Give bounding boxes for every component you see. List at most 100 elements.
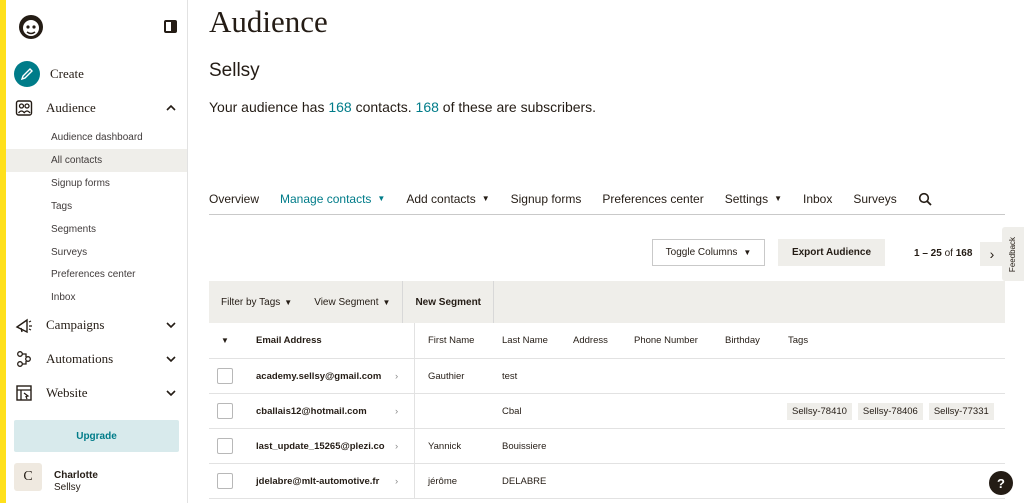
chevron-right-icon[interactable]: › (395, 394, 398, 428)
audience-tabs: Overview Manage contacts ▼ Add contacts ▼ … (209, 183, 1005, 215)
tab-settings[interactable]: Settings ▼ (725, 192, 782, 206)
tab-signup-forms[interactable]: Signup forms (511, 192, 582, 206)
chevron-down-icon: ▼ (774, 194, 782, 203)
sidebar-item-inbox[interactable]: Inbox (6, 286, 187, 309)
next-page-button[interactable]: › (980, 242, 1004, 266)
header-phone[interactable]: Phone Number (634, 323, 698, 358)
row-checkbox[interactable] (217, 473, 233, 489)
sidebar-item-all-contacts[interactable]: All contacts (6, 149, 187, 172)
sidebar-item-audience-dashboard[interactable]: Audience dashboard (6, 126, 187, 149)
collapse-sidebar-icon[interactable] (164, 20, 177, 33)
sidebar: Create Audience Audience dashboard All c… (6, 0, 188, 503)
row-last-name: test (502, 370, 518, 382)
nav-campaigns-label: Campaigns (46, 317, 105, 332)
sidebar-item-surveys[interactable]: Surveys (6, 241, 187, 264)
mailchimp-logo-icon[interactable] (16, 12, 46, 42)
chevron-right-icon: › (989, 246, 995, 262)
sidebar-item-segments[interactable]: Segments (6, 218, 187, 241)
tab-preferences-center[interactable]: Preferences center (602, 192, 703, 206)
tab-signup-forms-label: Signup forms (510, 191, 582, 206)
sidebar-item-signup-forms[interactable]: Signup forms (6, 172, 187, 195)
tab-manage-contacts[interactable]: Manage contacts ▼ (280, 192, 385, 206)
summary-middle: contacts. (351, 99, 416, 115)
tab-add-contacts-label: Add contacts (406, 191, 476, 206)
row-email[interactable]: cballais12@hotmail.com (256, 394, 367, 428)
tag-badge[interactable]: Sellsy-78406 (857, 402, 923, 420)
row-email[interactable]: academy.sellsy@gmail.com (256, 359, 381, 393)
tag-badge[interactable]: Sellsy-77331 (928, 402, 994, 420)
header-email[interactable]: Email Address (256, 323, 322, 358)
tab-settings-label: Settings (724, 191, 769, 206)
chevron-right-icon[interactable]: › (395, 429, 398, 463)
avatar[interactable]: C (14, 463, 42, 491)
chevron-down-icon: ▼ (743, 248, 752, 257)
chevron-down-icon: ▼ (284, 297, 293, 307)
user-org: Sellsy (54, 482, 81, 493)
nav-automations[interactable]: Automations (14, 349, 184, 369)
table-row[interactable]: last_update_15265@plezi.co › Yannick Bou… (209, 429, 1005, 464)
feedback-label: Feedback (1008, 236, 1018, 272)
tag-badge[interactable]: Sellsy-78410 (787, 402, 852, 420)
row-last-name: Bouissiere (502, 440, 547, 452)
view-segment-dropdown[interactable]: View Segment ▼ (304, 281, 402, 323)
toggle-columns-button[interactable]: Toggle Columns ▼ (652, 239, 765, 266)
toggle-columns-label: Toggle Columns (665, 247, 738, 258)
column-divider (414, 359, 415, 393)
nav-audience-label: Audience (46, 100, 96, 115)
website-icon (14, 383, 34, 403)
tab-surveys[interactable]: Surveys (853, 192, 896, 206)
row-email[interactable]: jdelabre@mlt-automotive.fr (256, 464, 379, 498)
row-checkbox[interactable] (217, 368, 233, 384)
tab-overview[interactable]: Overview (209, 192, 259, 206)
table-header: ▼ Email Address First Name Last Name Add… (209, 323, 1005, 359)
row-checkbox[interactable] (217, 403, 233, 419)
nav-create[interactable]: Create (14, 61, 184, 87)
chevron-right-icon[interactable]: › (395, 359, 398, 393)
export-audience-button[interactable]: Export Audience (778, 239, 885, 266)
pager-total: 168 (955, 248, 973, 259)
audience-summary: Your audience has 168 contacts. 168 of t… (209, 99, 596, 115)
new-segment-button[interactable]: New Segment (402, 281, 495, 323)
chevron-right-icon[interactable]: › (395, 464, 398, 498)
help-button[interactable]: ? (989, 471, 1013, 495)
nav-create-label: Create (50, 66, 84, 81)
table-row[interactable]: jdelabre@mlt-automotive.fr › jérôme DELA… (209, 464, 1005, 499)
megaphone-icon (14, 315, 34, 335)
subscriber-count: 168 (415, 99, 439, 115)
tab-surveys-label: Surveys (853, 191, 897, 206)
user-name[interactable]: Charlotte (54, 470, 98, 481)
summary-suffix: of these are subscribers. (438, 99, 597, 115)
search-icon[interactable] (918, 192, 932, 206)
filter-bar: Filter by Tags ▼ View Segment ▼ New Segmen… (209, 281, 1005, 323)
sidebar-item-preferences-center[interactable]: Preferences center (6, 263, 187, 286)
nav-website-label: Website (46, 385, 88, 400)
nav-campaigns[interactable]: Campaigns (14, 315, 184, 335)
header-birthday[interactable]: Birthday (725, 323, 760, 358)
upgrade-button[interactable]: Upgrade (14, 420, 179, 452)
tab-add-contacts[interactable]: Add contacts ▼ (406, 192, 489, 206)
sidebar-item-tags[interactable]: Tags (6, 195, 187, 218)
header-first-name[interactable]: First Name (428, 323, 474, 358)
table-row[interactable]: academy.sellsy@gmail.com › Gauthier test (209, 359, 1005, 394)
nav-audience[interactable]: Audience (14, 98, 184, 118)
header-tags[interactable]: Tags (788, 323, 808, 358)
filter-by-tags-dropdown[interactable]: Filter by Tags ▼ (209, 281, 304, 323)
table-row[interactable]: cballais12@hotmail.com › Cbal Sellsy-784… (209, 394, 1005, 429)
header-address[interactable]: Address (573, 323, 608, 358)
page-title: Audience (209, 4, 328, 39)
tab-inbox-label: Inbox (803, 191, 833, 206)
summary-prefix: Your audience has (209, 99, 329, 115)
column-divider (414, 323, 415, 358)
audience-icon (14, 98, 34, 118)
header-last-name[interactable]: Last Name (502, 323, 548, 358)
feedback-tab[interactable]: Feedback (1002, 227, 1024, 281)
row-checkbox[interactable] (217, 438, 233, 454)
tab-inbox[interactable]: Inbox (803, 192, 832, 206)
column-divider (414, 394, 415, 428)
nav-website[interactable]: Website (14, 383, 184, 403)
row-email[interactable]: last_update_15265@plezi.co (256, 429, 385, 463)
pencil-icon (14, 61, 40, 87)
select-all-chevron-icon[interactable]: ▼ (221, 323, 229, 358)
pager-range: 1 – 25 (914, 248, 942, 259)
row-first-name: Gauthier (428, 370, 465, 382)
